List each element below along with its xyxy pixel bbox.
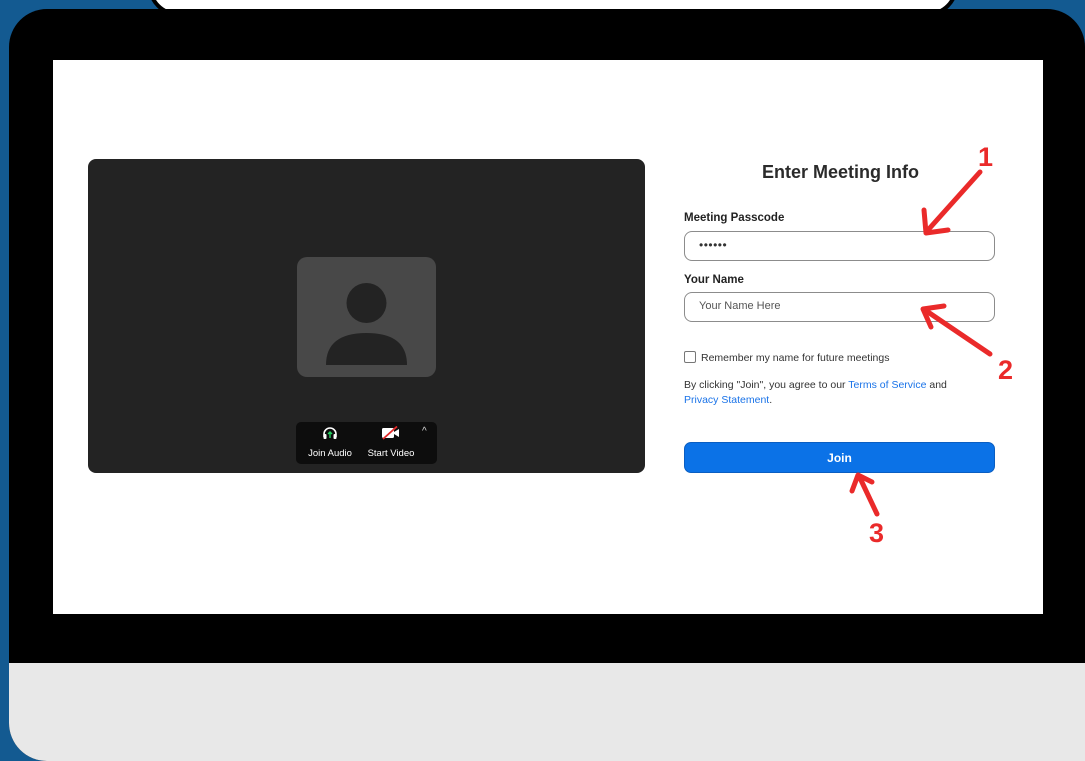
start-video-label: Start Video: [367, 448, 415, 459]
join-button[interactable]: Join: [684, 442, 995, 473]
preview-controls: Join Audio Start Video ^: [296, 422, 437, 464]
passcode-input[interactable]: ••••••: [684, 231, 995, 261]
monitor-chin: [9, 663, 1085, 761]
monitor-frame: Join Audio Start Video ^ Enter Meeting I…: [9, 9, 1085, 761]
privacy-statement-link[interactable]: Privacy Statement: [684, 394, 769, 406]
name-input[interactable]: Your Name Here: [684, 292, 995, 322]
video-preview: Join Audio Start Video ^: [88, 159, 645, 473]
video-off-icon: [382, 425, 399, 440]
chevron-up-icon[interactable]: ^: [422, 426, 427, 437]
remember-name-row[interactable]: Remember my name for future meetings: [684, 351, 890, 364]
annotation-step-3: 3: [869, 518, 885, 548]
page-title: Enter Meeting Info: [762, 162, 919, 182]
remember-name-checkbox[interactable]: [684, 351, 696, 363]
annotation-step-2: 2: [998, 355, 1014, 385]
terms-suffix: .: [769, 394, 773, 406]
terms-of-service-link[interactable]: Terms of Service: [848, 379, 926, 391]
remember-name-label: Remember my name for future meetings: [701, 352, 890, 364]
passcode-label: Meeting Passcode: [684, 212, 785, 224]
meeting-join-screen: Join Audio Start Video ^ Enter Meeting I…: [53, 60, 1043, 614]
join-audio-button[interactable]: Join Audio: [304, 426, 356, 462]
terms-and: and: [926, 379, 947, 391]
avatar-placeholder-icon: [297, 257, 436, 377]
annotation-step-1: 1: [978, 142, 994, 172]
start-video-button[interactable]: Start Video: [366, 425, 416, 462]
join-audio-label: Join Audio: [308, 448, 352, 459]
headphones-icon: [323, 427, 337, 439]
terms-text: By clicking "Join", you agree to our Ter…: [684, 378, 989, 408]
name-label: Your Name: [684, 274, 744, 286]
terms-prefix: By clicking "Join", you agree to our: [684, 379, 849, 391]
